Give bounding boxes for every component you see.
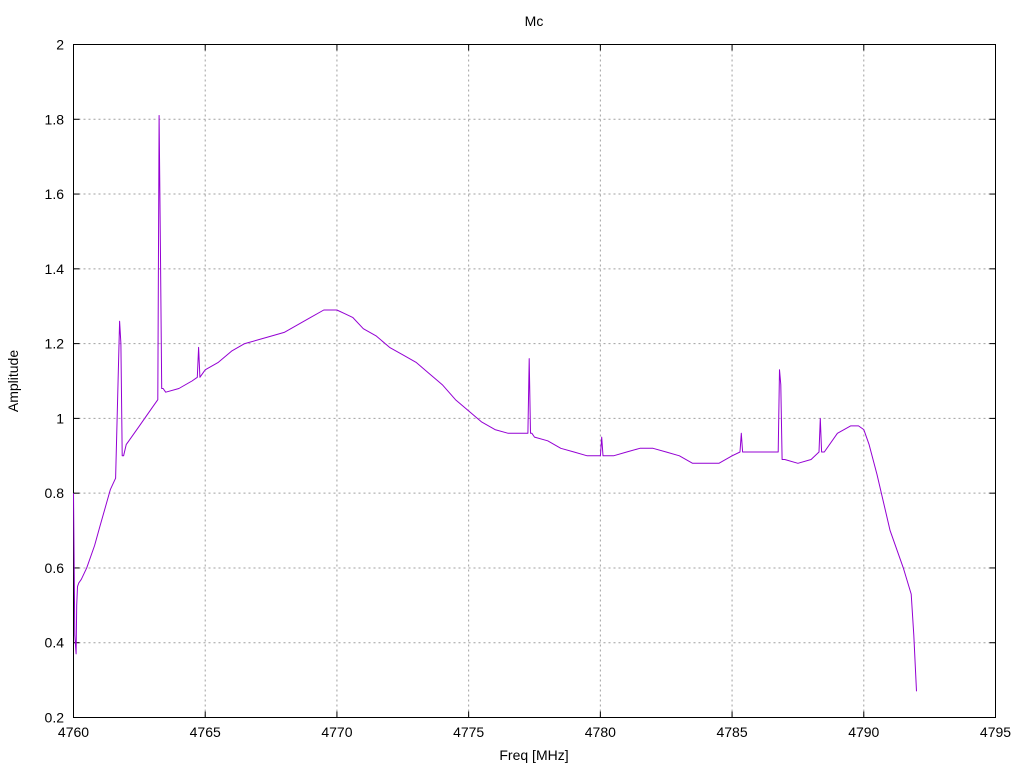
- y-tick-label: 1: [56, 410, 64, 426]
- x-tick-label: 4790: [848, 724, 879, 740]
- x-axis-label: Freq [MHz]: [499, 747, 568, 763]
- y-tick-label: 0.6: [45, 560, 65, 576]
- y-tick-label: 0.8: [45, 485, 65, 501]
- series-layer: [73, 115, 917, 692]
- grid-lines: [73, 44, 996, 718]
- x-tick-label: 4780: [585, 724, 616, 740]
- x-tick-label: 4775: [453, 724, 484, 740]
- x-tick-label: 4760: [58, 724, 89, 740]
- x-tick-label: 4765: [190, 724, 221, 740]
- chart-area: 4760 4765 4770 4775 4780 4785 4790 4795 0.20.40…: [5, 13, 1011, 763]
- y-tick-label: 1.6: [45, 186, 65, 202]
- y-axis-label: Amplitude: [5, 350, 21, 412]
- chart-title: Mc: [525, 13, 544, 29]
- amplitude-series-line: [73, 115, 917, 692]
- y-tick-labels: 0.2 0.4 0.6 0.8 1 1.2 1.4 1.6 1.8 2: [45, 37, 65, 726]
- y-tick-label: 1.8: [45, 111, 65, 127]
- y-tick-label: 1.2: [45, 336, 65, 352]
- y-tick-label: 0.4: [45, 635, 65, 651]
- x-tick-labels: 4760 4765 4770 4775 4780 4785 4790 4795: [58, 724, 1011, 740]
- plot-frame: [73, 44, 996, 718]
- y-tick-label: 0.2: [45, 710, 65, 726]
- x-tick-label: 4785: [716, 724, 747, 740]
- axis-ticks: [73, 44, 996, 718]
- y-tick-label: 2: [56, 37, 64, 53]
- x-tick-label: 4795: [980, 724, 1011, 740]
- x-tick-label: 4770: [321, 724, 352, 740]
- y-tick-label: 1.4: [45, 261, 65, 277]
